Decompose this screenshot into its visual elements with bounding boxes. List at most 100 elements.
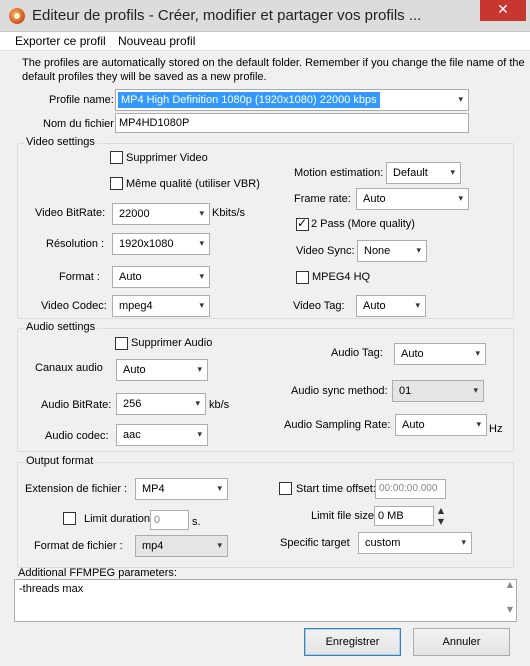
- chevron-down-icon: ▾: [195, 399, 200, 409]
- two-pass-checkbox[interactable]: [296, 216, 309, 231]
- window-title: Editeur de profils - Créer, modifier et …: [32, 7, 422, 24]
- video-sync-select[interactable]: None ▾: [357, 240, 427, 262]
- video-codec-value: mpeg4: [119, 300, 153, 312]
- vertical-scrollbar[interactable]: ▲ ▼: [504, 580, 516, 621]
- video-sync-value: None: [364, 245, 391, 257]
- app-logo-icon: [9, 8, 25, 24]
- file-format-label: Format de fichier :: [34, 540, 123, 552]
- chevron-down-icon: ▾: [197, 365, 202, 375]
- format-value: Auto: [119, 271, 142, 283]
- close-button[interactable]: ✕: [480, 0, 526, 21]
- limit-duration-unit: s.: [192, 516, 201, 528]
- motion-estimation-select[interactable]: Default ▾: [386, 162, 461, 184]
- limit-size-label: Limit file size:: [311, 510, 378, 522]
- resolution-select[interactable]: 1920x1080 ▾: [112, 233, 210, 255]
- video-tag-value: Auto: [363, 300, 386, 312]
- cancel-button[interactable]: Annuler: [413, 628, 510, 656]
- spin-up-icon[interactable]: ▲: [436, 505, 446, 516]
- audio-codec-value: aac: [123, 429, 141, 441]
- audio-settings-legend: Audio settings: [24, 321, 98, 333]
- chevron-down-icon: ▾: [461, 538, 466, 548]
- info-text-line1: The profiles are automatically stored on…: [22, 57, 525, 69]
- frame-rate-value: Auto: [363, 193, 386, 205]
- format-select[interactable]: Auto ▾: [112, 266, 210, 288]
- audio-sync-select[interactable]: 01 ▾: [392, 380, 484, 402]
- limit-duration-label: Limit duration:: [84, 513, 154, 525]
- audio-bitrate-unit: kb/s: [209, 399, 230, 411]
- video-bitrate-label: Video BitRate:: [35, 207, 106, 219]
- audio-sync-label: Audio sync method:: [291, 385, 388, 397]
- suppress-audio-label: Supprimer Audio: [131, 337, 213, 349]
- suppress-video-checkbox[interactable]: [110, 151, 123, 164]
- specific-target-select[interactable]: custom ▾: [358, 532, 472, 554]
- audio-sync-value: 01: [399, 385, 412, 397]
- chevron-down-icon: ▾: [199, 209, 204, 219]
- menu-export-profile[interactable]: Exporter ce profil: [15, 34, 106, 48]
- audio-channels-select[interactable]: Auto ▾: [116, 359, 208, 381]
- chevron-down-icon: ▾: [199, 301, 204, 311]
- audio-codec-select[interactable]: aac ▾: [116, 424, 208, 446]
- same-quality-checkbox[interactable]: [110, 177, 123, 190]
- audio-tag-select[interactable]: Auto ▾: [394, 343, 486, 365]
- mpeg4-hq-label: MPEG4 HQ: [312, 271, 371, 283]
- same-quality-label: Même qualité (utiliser VBR): [126, 178, 260, 190]
- chevron-down-icon: ▾: [197, 430, 202, 440]
- chevron-down-icon: ▾: [199, 239, 204, 249]
- start-offset-input[interactable]: 00:00:00.000: [375, 479, 446, 499]
- info-text-line2: default profiles they will be saved as a…: [22, 71, 267, 83]
- format-label: Format :: [59, 271, 100, 283]
- limit-duration-input[interactable]: 0: [150, 510, 189, 530]
- suppress-video-label: Supprimer Video: [126, 152, 208, 164]
- filename-input[interactable]: MP4HD1080P: [115, 113, 469, 133]
- chevron-down-icon: ▾: [450, 168, 455, 178]
- start-offset-label: Start time offset:: [296, 483, 376, 495]
- video-tag-label: Video Tag:: [293, 300, 345, 312]
- chevron-down-icon: ▾: [217, 541, 222, 551]
- file-format-value: mp4: [142, 540, 164, 552]
- save-button[interactable]: Enregistrer: [304, 628, 401, 656]
- start-offset-checkbox[interactable]: [279, 482, 292, 495]
- audio-bitrate-label: Audio BitRate:: [41, 399, 112, 411]
- file-format-select[interactable]: mp4 ▾: [135, 535, 228, 557]
- video-settings-legend: Video settings: [24, 136, 97, 148]
- video-codec-select[interactable]: mpeg4 ▾: [112, 295, 210, 317]
- audio-codec-label: Audio codec:: [45, 430, 109, 442]
- audio-bitrate-select[interactable]: 256 ▾: [116, 393, 206, 415]
- frame-rate-select[interactable]: Auto ▾: [356, 188, 469, 210]
- video-bitrate-unit: Kbits/s: [212, 207, 246, 219]
- audio-sampling-unit: Hz: [489, 423, 503, 435]
- audio-sampling-label: Audio Sampling Rate:: [284, 419, 391, 431]
- extension-select[interactable]: MP4 ▾: [135, 478, 228, 500]
- audio-channels-label: Canaux audio: [35, 362, 103, 374]
- profile-name-value: MP4 High Definition 1080p (1920x1080) 22…: [118, 92, 380, 108]
- video-tag-select[interactable]: Auto ▾: [356, 295, 426, 317]
- limit-size-input[interactable]: 0 MB: [374, 506, 434, 526]
- chevron-down-icon: ▾: [415, 301, 420, 311]
- spin-down-icon[interactable]: ▼: [436, 516, 446, 527]
- ffmpeg-params-textarea[interactable]: -threads max ▲ ▼: [14, 579, 517, 622]
- chevron-down-icon: ▾: [458, 194, 463, 204]
- audio-bitrate-value: 256: [123, 398, 142, 410]
- video-bitrate-value: 22000: [119, 208, 150, 220]
- audio-sampling-select[interactable]: Auto ▾: [395, 414, 487, 436]
- frame-rate-label: Frame rate:: [294, 193, 351, 205]
- menu-new-profile[interactable]: Nouveau profil: [118, 34, 195, 48]
- chevron-down-icon: ▾: [199, 272, 204, 282]
- video-sync-label: Video Sync:: [296, 245, 355, 257]
- extension-value: MP4: [142, 483, 165, 495]
- mpeg4-hq-checkbox[interactable]: [296, 271, 309, 284]
- menu-bar: Exporter ce profil Nouveau profil: [0, 32, 530, 51]
- title-bar: Editeur de profils - Créer, modifier et …: [0, 0, 530, 32]
- scroll-up-icon[interactable]: ▲: [504, 580, 516, 589]
- profile-name-select[interactable]: MP4 High Definition 1080p (1920x1080) 22…: [115, 89, 469, 111]
- limit-size-spinner[interactable]: ▲ ▼: [436, 505, 446, 527]
- ffmpeg-params-value: -threads max: [19, 583, 84, 595]
- limit-duration-checkbox[interactable]: [63, 512, 76, 525]
- video-bitrate-select[interactable]: 22000 ▾: [112, 203, 210, 225]
- specific-target-label: Specific target: [280, 537, 350, 549]
- chevron-down-icon: ▾: [416, 246, 421, 256]
- suppress-audio-checkbox[interactable]: [115, 337, 128, 350]
- scroll-down-icon[interactable]: ▼: [504, 605, 516, 614]
- profile-name-label: Profile name:: [49, 94, 114, 106]
- audio-tag-value: Auto: [401, 348, 424, 360]
